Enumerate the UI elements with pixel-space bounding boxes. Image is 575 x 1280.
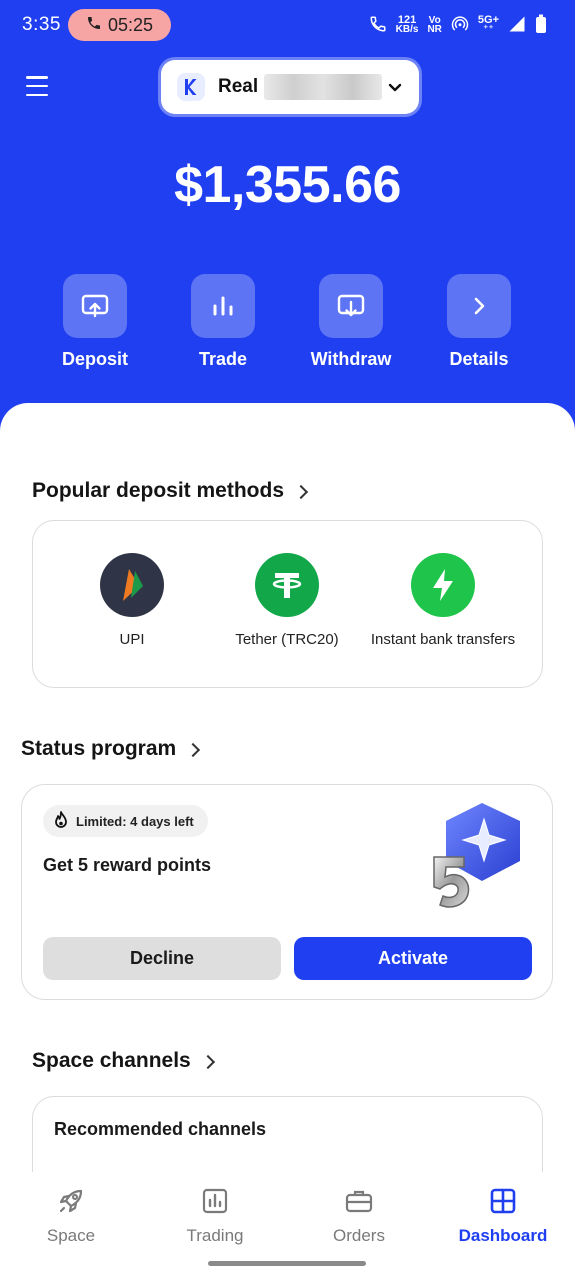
fire-icon (53, 810, 69, 832)
account-type-label: Real (218, 76, 259, 97)
withdraw-button[interactable]: Withdraw (296, 274, 406, 370)
method-tether[interactable]: Tether (TRC20) (212, 553, 362, 650)
volte-indicator: Vo NR (427, 15, 442, 35)
dashboard-icon (443, 1186, 563, 1216)
upi-icon (100, 553, 164, 617)
limited-badge: Limited: 4 days left (43, 805, 208, 837)
menu-icon-line (26, 84, 48, 88)
recommended-channels-title: Recommended channels (54, 1119, 267, 1139)
method-instant-bank[interactable]: Instant bank transfers (368, 553, 518, 650)
status-program-card: Limited: 4 days left Get 5 reward points… (21, 784, 553, 1000)
home-indicator[interactable] (208, 1261, 366, 1266)
bar-chart-icon (191, 274, 255, 338)
net-speed: 121 KB/s (395, 14, 419, 35)
section-title: Popular deposit methods (32, 479, 285, 502)
deposit-methods-card: UPI Tether (TRC20) Instant bank transfer… (32, 520, 543, 688)
nav-dashboard[interactable]: Dashboard (443, 1186, 563, 1246)
deposit-methods-header[interactable]: Popular deposit methods (32, 479, 309, 503)
wifi-call-icon (369, 15, 387, 36)
chevron-right-icon (200, 1054, 215, 1070)
decline-button[interactable]: Decline (43, 937, 281, 980)
status-bar: 3:35 05:25 121 KB/s Vo NR 5G+ ⁺⁺ (0, 0, 575, 50)
chevron-right-icon (293, 484, 309, 500)
chevron-down-icon (387, 79, 403, 100)
nav-space[interactable]: Space (11, 1186, 131, 1246)
briefcase-icon (299, 1186, 419, 1216)
space-channels-header[interactable]: Space channels (32, 1049, 215, 1073)
chevron-right-icon (447, 274, 511, 338)
nav-trading[interactable]: Trading (155, 1186, 275, 1246)
reward-points-badge-icon (422, 799, 532, 919)
call-timer: 05:25 (107, 14, 154, 35)
hotspot-icon (451, 15, 469, 36)
call-timer-pill[interactable]: 05:25 (68, 9, 171, 41)
battery-icon (535, 14, 547, 37)
network-type: 5G+ ⁺⁺ (477, 14, 499, 35)
lightning-icon (411, 553, 475, 617)
menu-icon-line (26, 93, 48, 96)
status-program-header[interactable]: Status program (21, 737, 201, 761)
withdraw-icon (319, 274, 383, 338)
phone-icon (86, 15, 102, 36)
method-upi[interactable]: UPI (57, 553, 207, 650)
details-button[interactable]: Details (424, 274, 534, 370)
section-title: Space channels (32, 1049, 191, 1072)
status-icons: 121 KB/s Vo NR 5G+ ⁺⁺ (369, 12, 547, 38)
chart-icon (155, 1186, 275, 1216)
trade-button[interactable]: Trade (168, 274, 278, 370)
account-balance: $1,355.66 (174, 156, 401, 214)
reward-text: Get 5 reward points (43, 855, 212, 875)
signal-icon (508, 15, 526, 36)
redacted-account-id (264, 74, 383, 100)
broker-logo-icon (177, 73, 205, 101)
limited-text: Limited: 4 days left (76, 813, 194, 829)
tether-icon (255, 553, 319, 617)
rocket-icon (11, 1186, 131, 1216)
account-selector[interactable]: Real (161, 60, 419, 114)
activate-button[interactable]: Activate (294, 937, 532, 980)
chevron-right-icon (186, 742, 201, 758)
menu-button[interactable] (26, 76, 48, 96)
menu-icon-line (26, 76, 48, 79)
nav-orders[interactable]: Orders (299, 1186, 419, 1246)
deposit-button[interactable]: Deposit (40, 274, 150, 370)
deposit-icon (63, 274, 127, 338)
section-title: Status program (21, 737, 177, 760)
status-time: 3:35 (22, 14, 61, 35)
